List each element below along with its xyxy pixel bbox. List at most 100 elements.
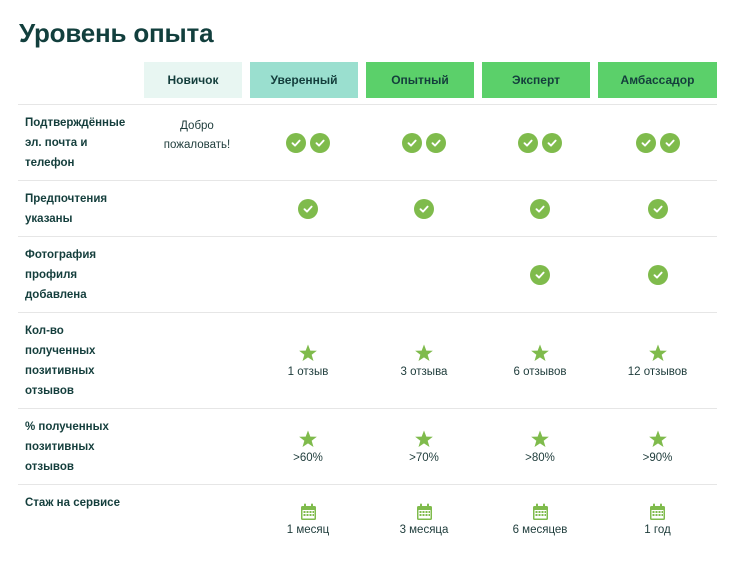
tenure-experienced: 3 месяца bbox=[366, 484, 482, 548]
row-label-line: Подтверждённые bbox=[25, 117, 126, 129]
reviews-count: 6 отзывов bbox=[513, 366, 567, 378]
check-circle-icon bbox=[310, 132, 330, 153]
reviews-novice bbox=[144, 312, 250, 408]
verified-confident bbox=[250, 104, 366, 180]
photo-experienced bbox=[366, 236, 482, 312]
level-header-ambassador: Амбассадор bbox=[598, 62, 717, 98]
photo-confident bbox=[250, 236, 366, 312]
check-circle-icon bbox=[647, 198, 668, 219]
novice-welcome-text: Добро пожаловать! bbox=[144, 104, 250, 180]
percent-expert: >80% bbox=[482, 408, 598, 484]
welcome-line: Добро bbox=[180, 120, 214, 132]
reviews-count: 12 отзывов bbox=[627, 366, 688, 378]
verified-expert bbox=[482, 104, 598, 180]
tenure-novice bbox=[144, 484, 250, 548]
star-icon bbox=[414, 429, 434, 449]
percent-value: >70% bbox=[409, 452, 439, 464]
row-label-line: профиля bbox=[25, 269, 78, 281]
check-circle-icon bbox=[647, 264, 668, 285]
star-icon bbox=[298, 343, 318, 363]
photo-ambassador bbox=[598, 236, 717, 312]
header-spacer bbox=[18, 62, 144, 98]
check-circle-icon bbox=[414, 198, 434, 219]
photo-novice bbox=[144, 236, 250, 312]
percent-confident: >60% bbox=[250, 408, 366, 484]
calendar-icon bbox=[416, 503, 433, 521]
reviews-count: 3 отзыва bbox=[400, 366, 448, 378]
row-label-line: телефон bbox=[25, 157, 75, 169]
row-label-verified: Подтверждённые эл. почта и телефон bbox=[18, 104, 144, 180]
check-circle-icon bbox=[286, 132, 306, 153]
reviews-ambassador: 12 отзывов bbox=[598, 312, 717, 408]
calendar-icon bbox=[300, 503, 317, 521]
experience-levels-table: Новичок Уверенный Опытный Эксперт Амбасс… bbox=[18, 62, 717, 548]
star-icon bbox=[414, 343, 434, 363]
check-circle-icon bbox=[635, 132, 656, 153]
percent-value: >60% bbox=[293, 452, 323, 464]
preferences-expert bbox=[482, 180, 598, 236]
level-header-experienced: Опытный bbox=[366, 62, 474, 98]
preferences-ambassador bbox=[598, 180, 717, 236]
check-circle-icon bbox=[518, 132, 538, 153]
reviews-experienced: 3 отзыва bbox=[366, 312, 482, 408]
row-label-line: указаны bbox=[25, 213, 73, 225]
row-label-line: Стаж на сервисе bbox=[25, 497, 120, 509]
reviews-count: 1 отзыв bbox=[287, 366, 329, 378]
star-icon bbox=[530, 429, 550, 449]
welcome-line: пожаловать! bbox=[163, 139, 231, 151]
row-label-line: Фотография bbox=[25, 249, 97, 261]
verified-ambassador bbox=[598, 104, 717, 180]
percent-experienced: >70% bbox=[366, 408, 482, 484]
row-label-line: позитивных bbox=[25, 365, 95, 377]
row-label-line: эл. почта и bbox=[25, 137, 88, 149]
reviews-expert: 6 отзывов bbox=[482, 312, 598, 408]
preferences-novice bbox=[144, 180, 250, 236]
calendar-icon bbox=[532, 503, 549, 521]
tenure-value: 3 месяца bbox=[399, 524, 449, 536]
row-label-line: позитивных bbox=[25, 441, 95, 453]
row-label-line: отзывов bbox=[25, 461, 74, 473]
check-circle-icon bbox=[530, 264, 550, 285]
row-label-line: добавлена bbox=[25, 289, 87, 301]
reviews-confident: 1 отзыв bbox=[250, 312, 366, 408]
check-circle-icon bbox=[659, 132, 680, 153]
level-header-confident: Уверенный bbox=[250, 62, 358, 98]
row-label-reviews: Кол-во полученных позитивных отзывов bbox=[18, 312, 144, 408]
row-label-line: полученных bbox=[25, 345, 96, 357]
row-label-line: Предпочтения bbox=[25, 193, 108, 205]
level-header-expert: Эксперт bbox=[482, 62, 590, 98]
tenure-value: 1 год bbox=[644, 524, 671, 536]
percent-novice bbox=[144, 408, 250, 484]
tenure-value: 1 месяц bbox=[286, 524, 330, 536]
check-circle-icon bbox=[426, 132, 446, 153]
check-circle-icon bbox=[402, 132, 422, 153]
preferences-confident bbox=[250, 180, 366, 236]
calendar-icon bbox=[649, 503, 666, 521]
preferences-experienced bbox=[366, 180, 482, 236]
star-icon bbox=[648, 343, 668, 363]
tenure-expert: 6 месяцев bbox=[482, 484, 598, 548]
tenure-ambassador: 1 год bbox=[598, 484, 717, 548]
row-label-photo: Фотография профиля добавлена bbox=[18, 236, 144, 312]
row-label-line: Кол-во bbox=[25, 325, 64, 337]
row-label-preferences: Предпочтения указаны bbox=[18, 180, 144, 236]
row-label-percent: % полученных позитивных отзывов bbox=[18, 408, 144, 484]
star-icon bbox=[298, 429, 318, 449]
check-circle-icon bbox=[530, 198, 550, 219]
verified-experienced bbox=[366, 104, 482, 180]
tenure-confident: 1 месяц bbox=[250, 484, 366, 548]
level-header-novice: Новичок bbox=[144, 62, 242, 98]
row-label-line: отзывов bbox=[25, 385, 74, 397]
photo-expert bbox=[482, 236, 598, 312]
check-circle-icon bbox=[298, 198, 318, 219]
row-label-tenure: Стаж на сервисе bbox=[18, 484, 144, 548]
percent-value: >90% bbox=[642, 452, 673, 464]
page-title: Уровень опыта bbox=[19, 18, 214, 48]
star-icon bbox=[530, 343, 550, 363]
check-circle-icon bbox=[542, 132, 562, 153]
row-label-line: % полученных bbox=[25, 421, 109, 433]
percent-ambassador: >90% bbox=[598, 408, 717, 484]
tenure-value: 6 месяцев bbox=[512, 524, 568, 536]
star-icon bbox=[648, 429, 668, 449]
percent-value: >80% bbox=[525, 452, 555, 464]
